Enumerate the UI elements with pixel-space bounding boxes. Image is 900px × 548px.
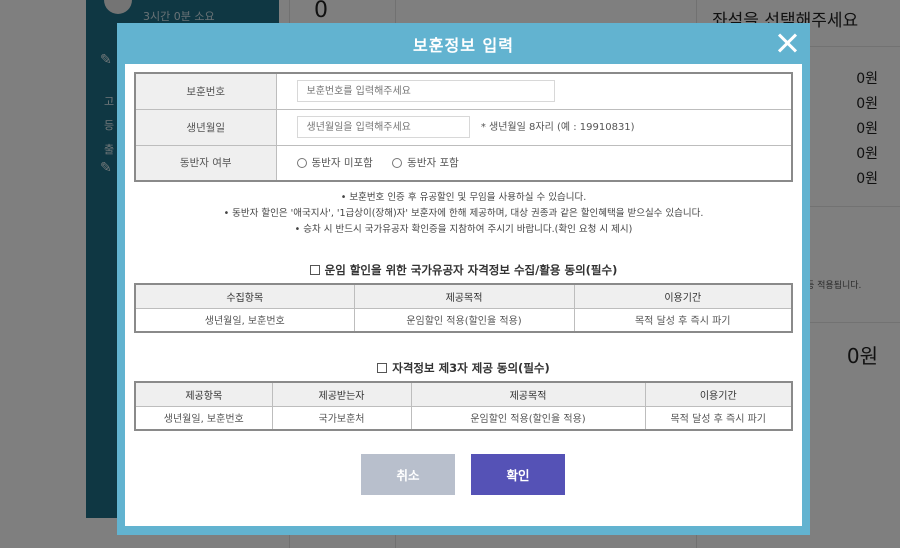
veteran-form-table: 보훈번호 생년월일 * 생년월일 8자리 (예 : 19910831) 동반자 … (134, 72, 793, 182)
notice-item: • 보훈번호 인증 후 유공할인 및 무임을 사용하실 수 있습니다. (340, 192, 587, 203)
table-header: 제공받는자 (271, 381, 412, 407)
consent1-title: 운임 할인을 위한 국가유공자 자격정보 수집/활용 동의(필수) (125, 262, 802, 278)
notice-item: • 승차 시 반드시 국가유공자 확인증을 지참하여 주시기 바랍니다.(확인 … (294, 224, 633, 235)
table-header: 수집항목 (134, 283, 355, 309)
table-cell: 목적 달성 후 즉시 파기 (644, 405, 793, 431)
form-row-birth: 생년월일 * 생년월일 8자리 (예 : 19910831) (134, 108, 793, 146)
radio-circle-icon[interactable] (296, 157, 307, 168)
consent2-title: 자격정보 제3자 제공 동의(필수) (125, 360, 802, 376)
veteran-number-input[interactable] (296, 80, 555, 103)
radio-label: 동반자 포함 (407, 157, 459, 169)
companion-field-cell: 동반자 미포함 동반자 포함 (275, 144, 793, 182)
consent1-checkbox[interactable] (309, 265, 320, 275)
form-row-number: 보훈번호 (134, 72, 793, 110)
birth-date-input[interactable] (296, 116, 470, 138)
modal-body: 보훈번호 생년월일 * 생년월일 8자리 (예 : 19910831) 동반자 … (125, 64, 802, 526)
notice-list: • 보훈번호 인증 후 유공할인 및 무임을 사용하실 수 있습니다. • 동반… (125, 190, 802, 238)
radio-label: 동반자 미포함 (311, 157, 373, 169)
table-cell: 국가보훈처 (271, 405, 412, 431)
number-label: 보훈번호 (134, 72, 277, 110)
modal-header: 보훈정보 입력 (117, 23, 810, 64)
table-cell: 운임할인 적용(할인율 적용) (353, 307, 575, 333)
companion-label: 동반자 여부 (134, 144, 277, 182)
table-cell: 목적 달성 후 즉시 파기 (573, 307, 793, 333)
table-cell: 생년월일, 보훈번호 (134, 307, 355, 333)
table-header: 제공목적 (410, 381, 646, 407)
table-row: 생년월일, 보훈번호 국가보훈처 운임할인 적용(할인율 적용) 목적 달성 후… (134, 405, 793, 431)
consent1-title-text: 운임 할인을 위한 국가유공자 자격정보 수집/활용 동의(필수) (324, 263, 618, 277)
notice-item: • 동반자 할인은 '애국지사', '1급상이(장해)자' 보훈자에 한해 제공… (223, 208, 704, 219)
table-cell: 생년월일, 보훈번호 (134, 405, 273, 431)
consent2-header-row: 제공항목 제공받는자 제공목적 이용기간 (134, 381, 793, 407)
birth-label: 생년월일 (134, 108, 277, 146)
consent2-title-text: 자격정보 제3자 제공 동의(필수) (392, 361, 550, 375)
cancel-button[interactable]: 취소 (361, 454, 455, 495)
table-header: 제공목적 (353, 283, 575, 309)
consent1-header-row: 수집항목 제공목적 이용기간 (134, 283, 793, 309)
table-header: 이용기간 (573, 283, 793, 309)
consent2-table: 제공항목 제공받는자 제공목적 이용기간 생년월일, 보훈번호 국가보훈처 운임… (134, 381, 793, 431)
table-row: 생년월일, 보훈번호 운임할인 적용(할인율 적용) 목적 달성 후 즉시 파기 (134, 307, 793, 333)
modal-title: 보훈정보 입력 (413, 35, 514, 55)
table-cell: 운임할인 적용(할인율 적용) (410, 405, 646, 431)
birth-field-cell: * 생년월일 8자리 (예 : 19910831) (275, 108, 793, 146)
birth-hint: * 생년월일 8자리 (예 : 19910831) (480, 121, 635, 133)
radio-circle-icon[interactable] (392, 157, 403, 168)
close-icon[interactable] (774, 30, 800, 56)
confirm-button[interactable]: 확인 (471, 454, 565, 495)
form-row-companion: 동반자 여부 동반자 미포함 동반자 포함 (134, 144, 793, 182)
consent2-checkbox[interactable] (377, 363, 388, 373)
radio-companion-excluded[interactable]: 동반자 미포함 (296, 155, 373, 170)
table-header: 이용기간 (644, 381, 793, 407)
consent1-table: 수집항목 제공목적 이용기간 생년월일, 보훈번호 운임할인 적용(할인율 적용… (134, 283, 793, 333)
radio-companion-included[interactable]: 동반자 포함 (392, 155, 459, 170)
number-field-cell (275, 72, 793, 110)
veteran-info-modal: 보훈정보 입력 보훈번호 생년월일 * 생년월일 8자리 (예 : 199108… (117, 23, 810, 535)
table-header: 제공항목 (134, 381, 273, 407)
